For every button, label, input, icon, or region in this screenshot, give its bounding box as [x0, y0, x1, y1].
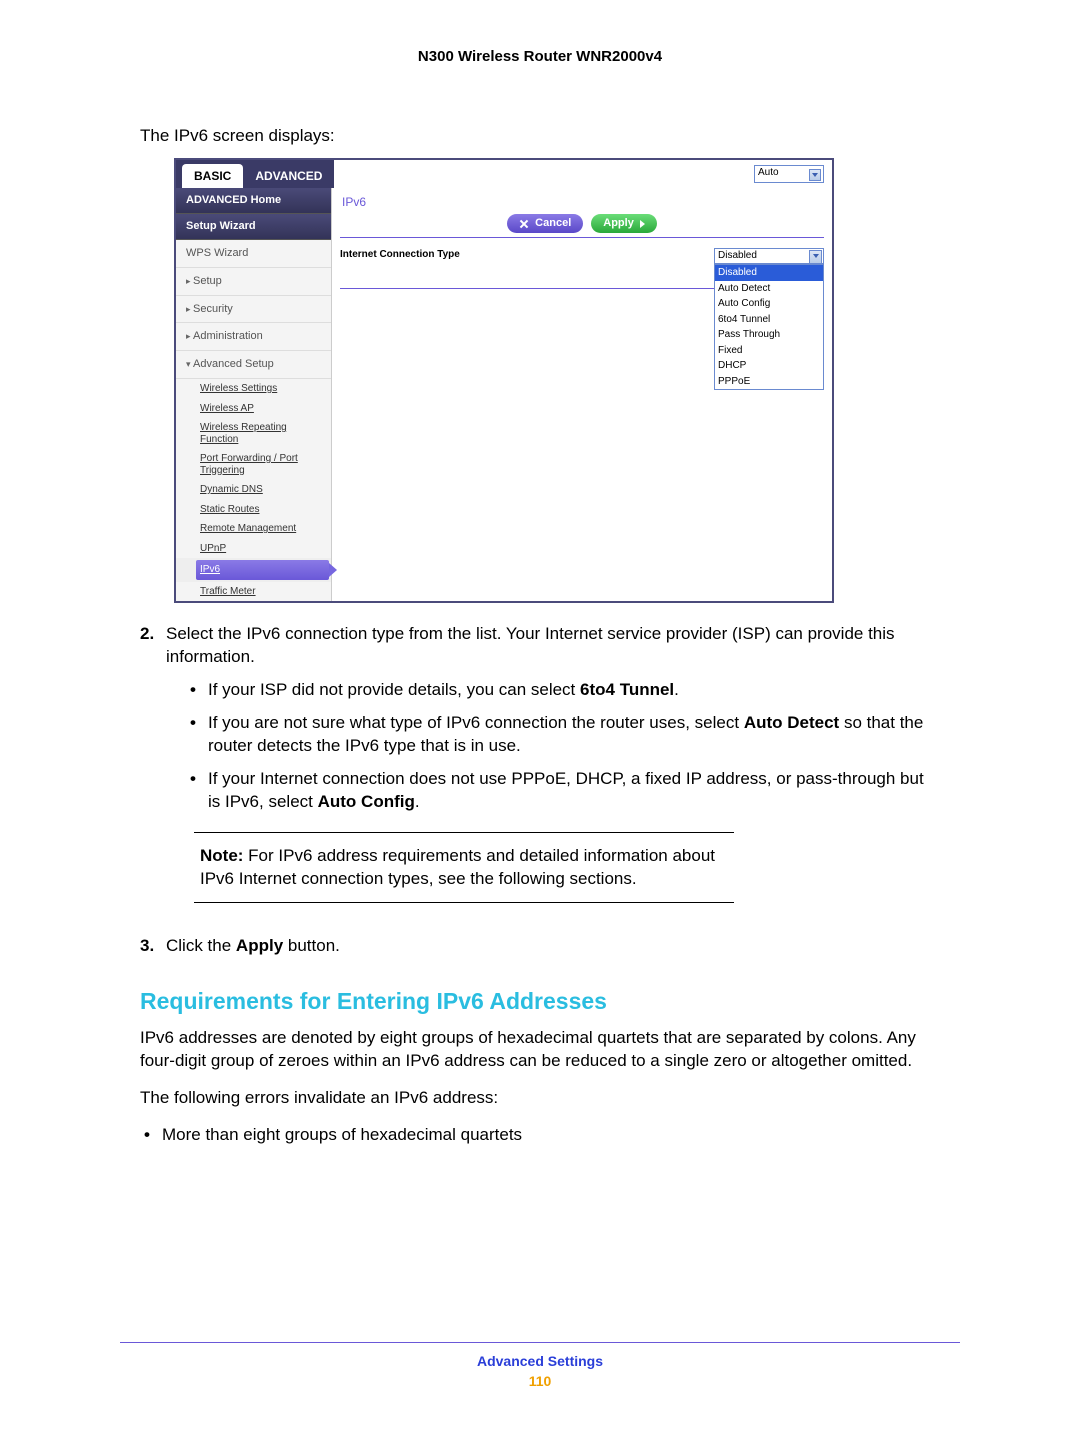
cancel-button[interactable]: Cancel [507, 214, 583, 233]
apply-button[interactable]: Apply [591, 214, 657, 233]
close-icon [519, 219, 529, 229]
tab-basic[interactable]: BASIC [182, 164, 243, 188]
sidebar-administration[interactable]: Administration [176, 323, 331, 351]
sub-wireless-settings[interactable]: Wireless Settings [176, 379, 331, 399]
intro-text: The IPv6 screen displays: [140, 125, 940, 148]
sub-wireless-repeating[interactable]: Wireless Repeating Function [176, 418, 331, 449]
sub-ipv6[interactable]: IPv6 [196, 560, 329, 580]
para-1: IPv6 addresses are denoted by eight grou… [140, 1027, 940, 1073]
dd-opt-6to4[interactable]: 6to4 Tunnel [715, 312, 823, 328]
conn-type-select[interactable]: Disabled [714, 248, 824, 264]
note-label: Note: [200, 846, 243, 865]
footer-rule [120, 1342, 960, 1343]
dd-opt-passthrough[interactable]: Pass Through [715, 327, 823, 343]
sidebar: ADVANCED Home Setup Wizard WPS Wizard Se… [176, 188, 332, 601]
play-icon [640, 220, 645, 228]
sub-traffic-meter[interactable]: Traffic Meter [176, 582, 331, 602]
dd-opt-fixed[interactable]: Fixed [715, 343, 823, 359]
pane-title: IPv6 [340, 192, 824, 214]
apply-label: Apply [603, 216, 634, 231]
footer-page-number: 110 [0, 1373, 1080, 1389]
step-3: 3. Click the Apply button. [140, 935, 940, 958]
conn-type-label: Internet Connection Type [340, 248, 460, 262]
bullet-6to4: If your ISP did not provide details, you… [190, 679, 940, 702]
sub-static-routes[interactable]: Static Routes [176, 500, 331, 520]
doc-header: N300 Wireless Router WNR2000v4 [0, 48, 1080, 65]
sidebar-wps-wizard[interactable]: WPS Wizard [176, 240, 331, 268]
cancel-label: Cancel [535, 216, 571, 231]
divider [340, 237, 824, 238]
sidebar-setup-wizard[interactable]: Setup Wizard [176, 214, 331, 240]
sidebar-setup[interactable]: Setup [176, 268, 331, 296]
error-bullet-1: More than eight groups of hexadecimal qu… [144, 1124, 940, 1147]
step-3-num: 3. [140, 935, 166, 958]
sub-remote-mgmt[interactable]: Remote Management [176, 519, 331, 539]
bullet-autodetect: If you are not sure what type of IPv6 co… [190, 712, 940, 758]
bullet-autoconfig: If your Internet connection does not use… [190, 768, 940, 814]
sidebar-security[interactable]: Security [176, 296, 331, 324]
section-heading: Requirements for Entering IPv6 Addresses [140, 986, 940, 1017]
sidebar-advanced-setup[interactable]: Advanced Setup [176, 351, 331, 379]
dd-opt-disabled[interactable]: Disabled [715, 265, 823, 281]
footer-section: Advanced Settings [0, 1353, 1080, 1369]
sidebar-adv-home[interactable]: ADVANCED Home [176, 188, 331, 214]
conn-type-dropdown[interactable]: Disabled Auto Detect Auto Config 6to4 Tu… [714, 264, 824, 390]
sub-port-forwarding[interactable]: Port Forwarding / Port Triggering [176, 449, 331, 480]
step-2: 2. Select the IPv6 connection type from … [140, 623, 940, 911]
dd-opt-autoconfig[interactable]: Auto Config [715, 296, 823, 312]
sub-wireless-ap[interactable]: Wireless AP [176, 399, 331, 419]
step-2-num: 2. [140, 623, 166, 911]
dd-opt-pppoe[interactable]: PPPoE [715, 374, 823, 390]
para-2: The following errors invalidate an IPv6 … [140, 1087, 940, 1110]
sub-upnp[interactable]: UPnP [176, 539, 331, 559]
auto-select[interactable]: Auto [754, 165, 824, 183]
tab-advanced[interactable]: ADVANCED [243, 164, 334, 188]
note-text: For IPv6 address requirements and detail… [200, 846, 715, 888]
step-2-text: Select the IPv6 connection type from the… [166, 624, 895, 666]
dd-opt-dhcp[interactable]: DHCP [715, 358, 823, 374]
router-screenshot: BASIC ADVANCED Auto ADVANCED Home Setup … [174, 158, 834, 603]
dd-opt-autodetect[interactable]: Auto Detect [715, 281, 823, 297]
sub-dynamic-dns[interactable]: Dynamic DNS [176, 480, 331, 500]
note-box: Note: For IPv6 address requirements and … [194, 832, 734, 904]
